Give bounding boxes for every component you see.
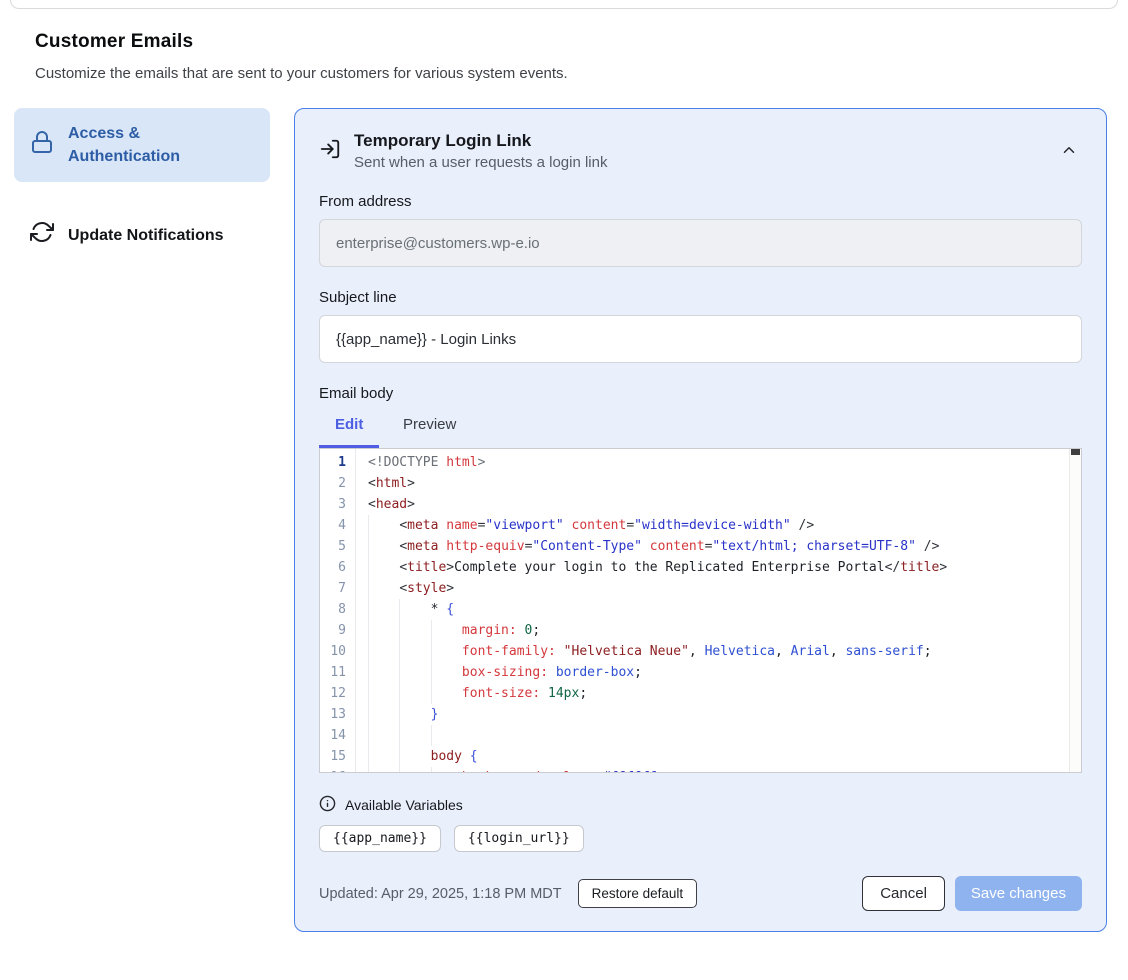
panel-footer: Updated: Apr 29, 2025, 1:18 PM MDT Resto… <box>319 876 1082 911</box>
code-line[interactable]: margin: 0; <box>356 620 1081 641</box>
lock-icon <box>30 130 54 161</box>
code-line[interactable]: <html> <box>356 473 1081 494</box>
subject-line-input[interactable] <box>319 315 1082 363</box>
code-line[interactable]: <style> <box>356 578 1081 599</box>
line-number: 1 <box>320 452 355 473</box>
variable-chips: {{app_name}} {{login_url}} <box>319 825 1082 852</box>
subject-line-field: Subject line <box>319 289 1082 363</box>
code-line[interactable]: background-color: #f6f6f6; <box>356 767 1081 772</box>
refresh-icon <box>30 220 54 251</box>
sidebar-item-access-authentication[interactable]: Access & Authentication <box>14 108 270 182</box>
variable-chip[interactable]: {{app_name}} <box>319 825 441 852</box>
line-number: 15 <box>320 746 355 767</box>
info-icon[interactable] <box>319 795 336 815</box>
code-line[interactable]: * { <box>356 599 1081 620</box>
code-line[interactable]: <!DOCTYPE html> <box>356 452 1081 473</box>
line-number: 5 <box>320 536 355 557</box>
code-line[interactable]: font-family: "Helvetica Neue", Helvetica… <box>356 641 1081 662</box>
section-subtitle: Sent when a user requests a login link <box>354 154 1043 171</box>
line-number: 11 <box>320 662 355 683</box>
line-number: 4 <box>320 515 355 536</box>
code-editor-gutter: 12345678910111213141516 <box>320 449 356 772</box>
code-editor-lines[interactable]: <!DOCTYPE html><html><head> <meta name="… <box>356 449 1081 772</box>
code-line[interactable]: } <box>356 704 1081 725</box>
email-body-field: Email body Edit Preview 1234567891011121… <box>319 385 1082 773</box>
sidebar-item-label: Access & Authentication <box>68 122 254 168</box>
tab-edit[interactable]: Edit <box>319 416 379 448</box>
line-number: 13 <box>320 704 355 725</box>
line-number: 14 <box>320 725 355 746</box>
available-variables-label: Available Variables <box>345 797 463 813</box>
page-header: Customer Emails Customize the emails tha… <box>35 31 1093 82</box>
sidebar-item-update-notifications[interactable]: Update Notifications <box>14 206 270 265</box>
page-subtitle: Customize the emails that are sent to yo… <box>35 65 1093 82</box>
from-address-label: From address <box>319 193 1082 210</box>
from-address-field: From address <box>319 193 1082 267</box>
line-number: 12 <box>320 683 355 704</box>
line-number: 2 <box>320 473 355 494</box>
restore-default-button[interactable]: Restore default <box>578 879 698 908</box>
variable-chip[interactable]: {{login_url}} <box>454 825 584 852</box>
line-number: 16 <box>320 767 355 773</box>
line-number: 7 <box>320 578 355 599</box>
line-number: 10 <box>320 641 355 662</box>
code-line[interactable]: <head> <box>356 494 1081 515</box>
cancel-button[interactable]: Cancel <box>862 876 945 911</box>
editor-scrollbar-thumb[interactable] <box>1071 449 1080 455</box>
code-line[interactable]: <title>Complete your login to the Replic… <box>356 557 1081 578</box>
email-body-label: Email body <box>319 385 1082 402</box>
panel-header: Temporary Login Link Sent when a user re… <box>319 131 1082 171</box>
code-line[interactable] <box>356 725 1081 746</box>
code-line[interactable]: font-size: 14px; <box>356 683 1081 704</box>
line-number: 8 <box>320 599 355 620</box>
code-line[interactable]: body { <box>356 746 1081 767</box>
available-variables: Available Variables {{app_name}} {{login_… <box>319 795 1082 852</box>
code-line[interactable]: <meta name="viewport" content="width=dev… <box>356 515 1081 536</box>
collapse-section-button[interactable] <box>1056 137 1082 166</box>
line-number: 3 <box>320 494 355 515</box>
chevron-up-icon <box>1060 147 1078 162</box>
save-changes-button[interactable]: Save changes <box>955 876 1082 911</box>
email-body-tabs: Edit Preview <box>319 416 1082 448</box>
section-title: Temporary Login Link <box>354 131 1043 151</box>
page-title: Customer Emails <box>35 31 1093 53</box>
subject-line-label: Subject line <box>319 289 1082 306</box>
code-editor[interactable]: 12345678910111213141516 <!DOCTYPE html><… <box>319 448 1082 773</box>
line-number: 6 <box>320 557 355 578</box>
email-settings-panel: Temporary Login Link Sent when a user re… <box>294 108 1107 932</box>
top-card-edge <box>10 0 1118 9</box>
line-number: 9 <box>320 620 355 641</box>
from-address-input <box>319 219 1082 267</box>
log-in-icon <box>319 138 341 165</box>
code-line[interactable]: box-sizing: border-box; <box>356 662 1081 683</box>
editor-scrollbar[interactable] <box>1069 449 1081 772</box>
code-line[interactable]: <meta http-equiv="Content-Type" content=… <box>356 536 1081 557</box>
updated-timestamp: Updated: Apr 29, 2025, 1:18 PM MDT <box>319 886 562 902</box>
tab-preview[interactable]: Preview <box>379 416 480 448</box>
sidebar-item-label: Update Notifications <box>68 224 224 247</box>
sidebar: Access & Authentication Update Notificat… <box>14 108 270 266</box>
